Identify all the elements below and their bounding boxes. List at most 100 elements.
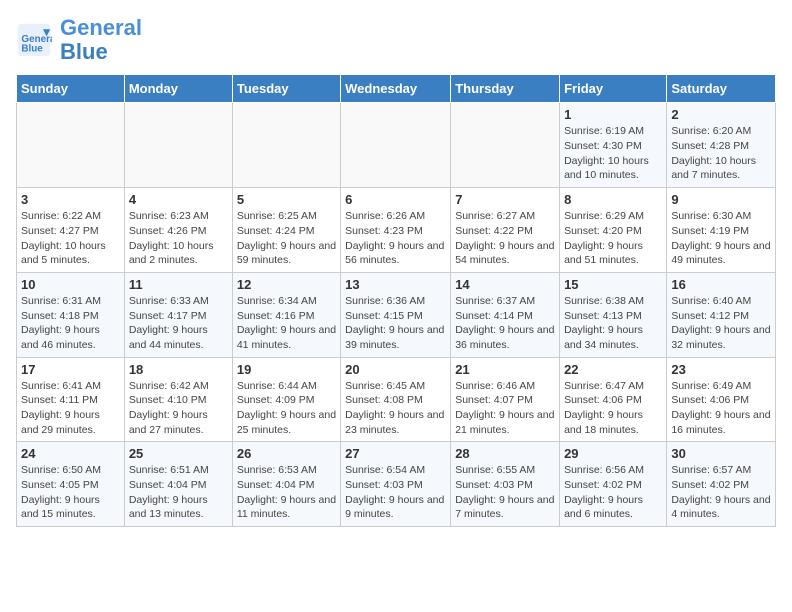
day-number: 8: [564, 192, 662, 207]
calendar-cell: 20Sunrise: 6:45 AM Sunset: 4:08 PM Dayli…: [341, 357, 451, 442]
day-info: Sunrise: 6:25 AM Sunset: 4:24 PM Dayligh…: [237, 209, 336, 268]
day-number: 18: [129, 362, 228, 377]
day-info: Sunrise: 6:45 AM Sunset: 4:08 PM Dayligh…: [345, 379, 446, 438]
calendar-cell: 29 Sunrise: 6:56 AM Sunset: 4:02 PM Dayli…: [560, 442, 667, 527]
day-number: 23: [671, 362, 771, 377]
day-info: Sunrise: 6:56 AM Sunset: 4:02 PM Dayligh…: [564, 463, 662, 522]
logo-text: General Blue: [60, 16, 142, 64]
weekday-header: Friday: [560, 75, 667, 103]
day-number: 17: [21, 362, 120, 377]
day-number: 22: [564, 362, 662, 377]
day-number: 29: [564, 446, 662, 461]
calendar-cell: 27 Sunrise: 6:54 AM Sunset: 4:03 PM Dayli…: [341, 442, 451, 527]
day-number: 28: [455, 446, 555, 461]
day-info: Sunrise: 6:34 AM Sunset: 4:16 PM Dayligh…: [237, 294, 336, 353]
calendar-week-row: 10 Sunrise: 6:31 AM Sunset: 4:18 PM Dayli…: [17, 272, 776, 357]
calendar-cell: [17, 103, 125, 188]
calendar-cell: 15 Sunrise: 6:38 AM Sunset: 4:13 PM Dayli…: [560, 272, 667, 357]
calendar-cell: 18Sunrise: 6:42 AM Sunset: 4:10 PM Dayli…: [124, 357, 232, 442]
day-number: 2: [671, 107, 771, 122]
calendar-cell: 1 Sunrise: 6:19 AM Sunset: 4:30 PM Daylig…: [560, 103, 667, 188]
day-number: 30: [671, 446, 771, 461]
calendar-cell: [124, 103, 232, 188]
day-info: Sunrise: 6:53 AM Sunset: 4:04 PM Dayligh…: [237, 463, 336, 522]
calendar-cell: 14 Sunrise: 6:37 AM Sunset: 4:14 PM Dayli…: [451, 272, 560, 357]
day-info: Sunrise: 6:36 AM Sunset: 4:15 PM Dayligh…: [345, 294, 446, 353]
day-info: Sunrise: 6:38 AM Sunset: 4:13 PM Dayligh…: [564, 294, 662, 353]
day-number: 5: [237, 192, 336, 207]
calendar-cell: 30 Sunrise: 6:57 AM Sunset: 4:02 PM Dayli…: [667, 442, 776, 527]
calendar-cell: 21Sunrise: 6:46 AM Sunset: 4:07 PM Dayli…: [451, 357, 560, 442]
day-number: 19: [237, 362, 336, 377]
weekday-header: Thursday: [451, 75, 560, 103]
day-info: Sunrise: 6:30 AM Sunset: 4:19 PM Dayligh…: [671, 209, 771, 268]
calendar-cell: 2Sunrise: 6:20 AM Sunset: 4:28 PM Daylig…: [667, 103, 776, 188]
calendar-cell: 4 Sunrise: 6:23 AM Sunset: 4:26 PM Daylig…: [124, 188, 232, 273]
calendar-cell: 25 Sunrise: 6:51 AM Sunset: 4:04 PM Dayli…: [124, 442, 232, 527]
day-number: 13: [345, 277, 446, 292]
day-info: Sunrise: 6:50 AM Sunset: 4:05 PM Dayligh…: [21, 463, 120, 522]
svg-text:Blue: Blue: [21, 44, 43, 55]
calendar-week-row: 3 Sunrise: 6:22 AM Sunset: 4:27 PM Daylig…: [17, 188, 776, 273]
day-info: Sunrise: 6:31 AM Sunset: 4:18 PM Dayligh…: [21, 294, 120, 353]
day-info: Sunrise: 6:29 AM Sunset: 4:20 PM Dayligh…: [564, 209, 662, 268]
day-info: Sunrise: 6:23 AM Sunset: 4:26 PM Dayligh…: [129, 209, 228, 268]
logo-icon: General Blue: [16, 22, 52, 58]
calendar-week-row: 17Sunrise: 6:41 AM Sunset: 4:11 PM Dayli…: [17, 357, 776, 442]
day-info: Sunrise: 6:54 AM Sunset: 4:03 PM Dayligh…: [345, 463, 446, 522]
calendar-cell: 16Sunrise: 6:40 AM Sunset: 4:12 PM Dayli…: [667, 272, 776, 357]
day-number: 11: [129, 277, 228, 292]
day-number: 21: [455, 362, 555, 377]
day-number: 9: [671, 192, 771, 207]
weekday-header: Sunday: [17, 75, 125, 103]
calendar-cell: 12 Sunrise: 6:34 AM Sunset: 4:16 PM Dayli…: [232, 272, 340, 357]
calendar-cell: 22 Sunrise: 6:47 AM Sunset: 4:06 PM Dayli…: [560, 357, 667, 442]
weekday-header-row: SundayMondayTuesdayWednesdayThursdayFrid…: [17, 75, 776, 103]
day-info: Sunrise: 6:47 AM Sunset: 4:06 PM Dayligh…: [564, 379, 662, 438]
day-number: 26: [237, 446, 336, 461]
day-number: 27: [345, 446, 446, 461]
logo: General Blue General Blue: [16, 16, 142, 64]
day-number: 24: [21, 446, 120, 461]
calendar-table: SundayMondayTuesdayWednesdayThursdayFrid…: [16, 74, 776, 527]
calendar-cell: 6 Sunrise: 6:26 AM Sunset: 4:23 PM Daylig…: [341, 188, 451, 273]
day-info: Sunrise: 6:44 AM Sunset: 4:09 PM Dayligh…: [237, 379, 336, 438]
calendar-cell: 19 Sunrise: 6:44 AM Sunset: 4:09 PM Dayli…: [232, 357, 340, 442]
day-info: Sunrise: 6:37 AM Sunset: 4:14 PM Dayligh…: [455, 294, 555, 353]
day-info: Sunrise: 6:55 AM Sunset: 4:03 PM Dayligh…: [455, 463, 555, 522]
day-info: Sunrise: 6:33 AM Sunset: 4:17 PM Dayligh…: [129, 294, 228, 353]
day-info: Sunrise: 6:51 AM Sunset: 4:04 PM Dayligh…: [129, 463, 228, 522]
weekday-header: Wednesday: [341, 75, 451, 103]
day-number: 7: [455, 192, 555, 207]
day-number: 25: [129, 446, 228, 461]
day-number: 4: [129, 192, 228, 207]
day-number: 10: [21, 277, 120, 292]
day-number: 12: [237, 277, 336, 292]
calendar-cell: 17Sunrise: 6:41 AM Sunset: 4:11 PM Dayli…: [17, 357, 125, 442]
day-number: 3: [21, 192, 120, 207]
calendar-cell: 7 Sunrise: 6:27 AM Sunset: 4:22 PM Daylig…: [451, 188, 560, 273]
day-info: Sunrise: 6:26 AM Sunset: 4:23 PM Dayligh…: [345, 209, 446, 268]
day-number: 6: [345, 192, 446, 207]
day-number: 14: [455, 277, 555, 292]
day-info: Sunrise: 6:57 AM Sunset: 4:02 PM Dayligh…: [671, 463, 771, 522]
weekday-header: Tuesday: [232, 75, 340, 103]
day-info: Sunrise: 6:27 AM Sunset: 4:22 PM Dayligh…: [455, 209, 555, 268]
day-info: Sunrise: 6:19 AM Sunset: 4:30 PM Dayligh…: [564, 124, 662, 183]
day-number: 15: [564, 277, 662, 292]
day-info: Sunrise: 6:22 AM Sunset: 4:27 PM Dayligh…: [21, 209, 120, 268]
calendar-cell: [232, 103, 340, 188]
calendar-cell: [341, 103, 451, 188]
calendar-week-row: 24 Sunrise: 6:50 AM Sunset: 4:05 PM Dayli…: [17, 442, 776, 527]
calendar-week-row: 1 Sunrise: 6:19 AM Sunset: 4:30 PM Daylig…: [17, 103, 776, 188]
calendar-cell: 28 Sunrise: 6:55 AM Sunset: 4:03 PM Dayli…: [451, 442, 560, 527]
calendar-cell: 10 Sunrise: 6:31 AM Sunset: 4:18 PM Dayli…: [17, 272, 125, 357]
day-info: Sunrise: 6:49 AM Sunset: 4:06 PM Dayligh…: [671, 379, 771, 438]
calendar-cell: 11 Sunrise: 6:33 AM Sunset: 4:17 PM Dayli…: [124, 272, 232, 357]
calendar-cell: [451, 103, 560, 188]
calendar-cell: 26 Sunrise: 6:53 AM Sunset: 4:04 PM Dayli…: [232, 442, 340, 527]
calendar-cell: 8 Sunrise: 6:29 AM Sunset: 4:20 PM Daylig…: [560, 188, 667, 273]
calendar-cell: 5 Sunrise: 6:25 AM Sunset: 4:24 PM Daylig…: [232, 188, 340, 273]
calendar-cell: 23 Sunrise: 6:49 AM Sunset: 4:06 PM Dayli…: [667, 357, 776, 442]
day-number: 1: [564, 107, 662, 122]
